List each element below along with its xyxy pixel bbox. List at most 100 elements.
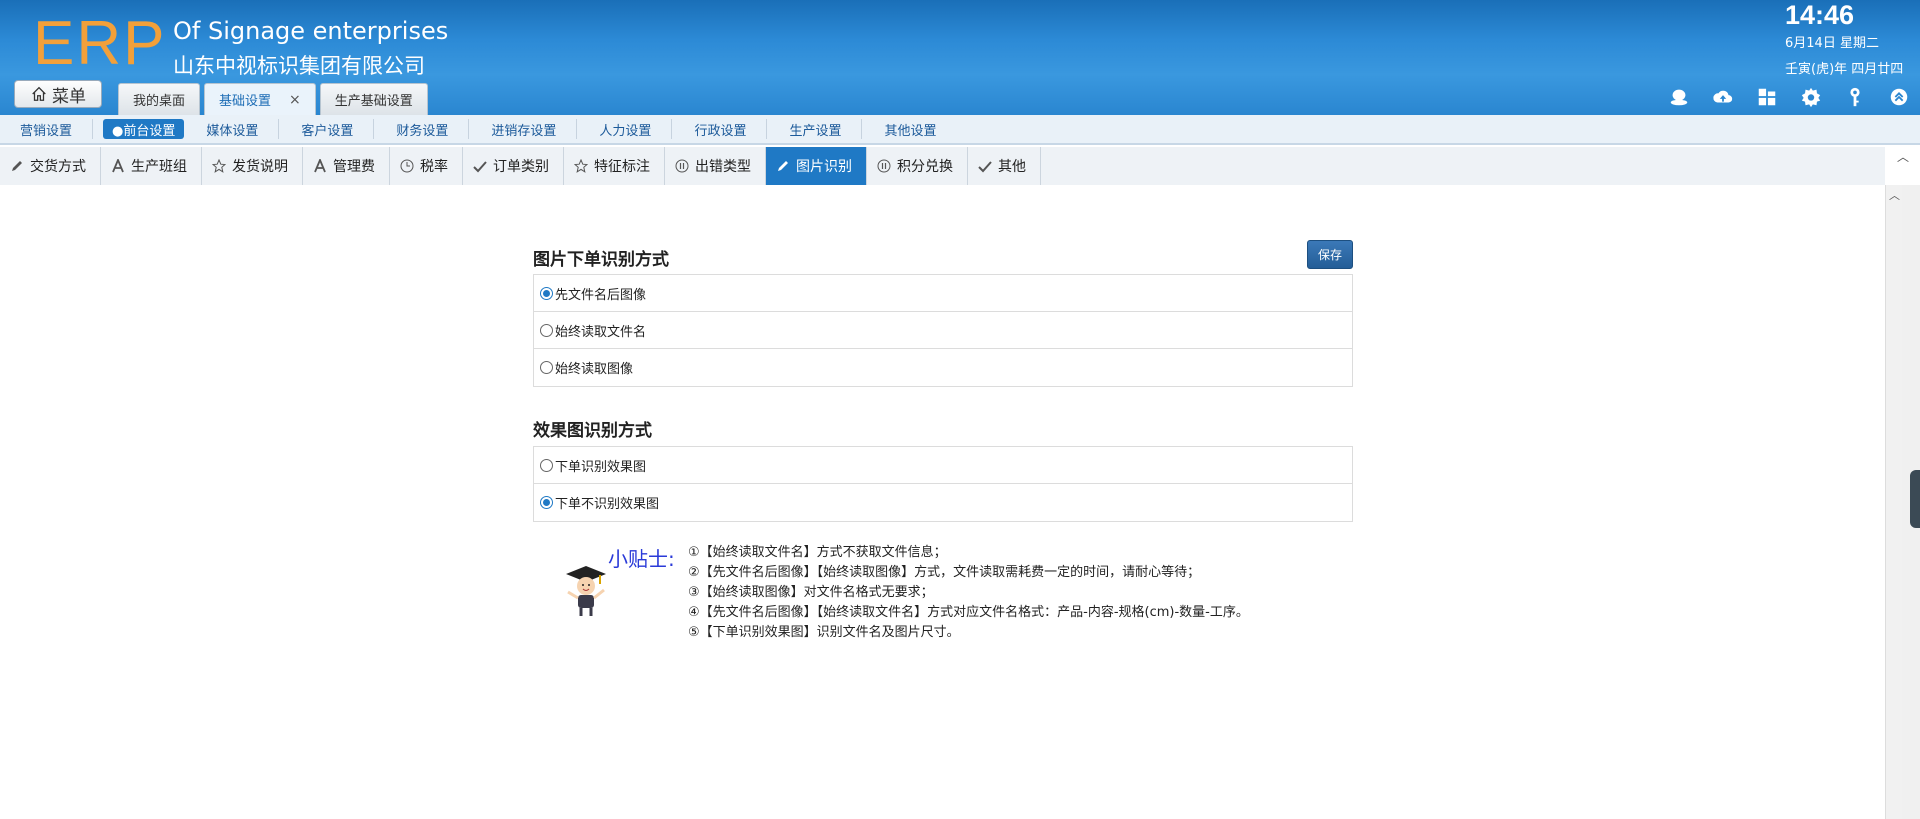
company-name-en: Of Signage enterprises xyxy=(173,17,449,45)
erp-logo: ERP xyxy=(33,9,167,78)
star-icon xyxy=(212,159,226,173)
subtab-error-type[interactable]: 出错类型 xyxy=(665,147,766,185)
clock-icon xyxy=(400,159,414,173)
subtab-management-fee[interactable]: 管理费 xyxy=(303,147,390,185)
option-label: 下单识别效果图 xyxy=(555,459,647,475)
user-icon[interactable] xyxy=(1668,86,1690,108)
subtab-label: 税率 xyxy=(420,159,448,175)
option-always-image[interactable]: 始终读取图像 xyxy=(534,349,1352,386)
option-always-filename[interactable]: 始终读取文件名 xyxy=(534,312,1352,349)
window-tabs: 我的桌面 基础设置 × 生产基础设置 xyxy=(118,83,428,115)
option-label: 下单不识别效果图 xyxy=(555,497,660,512)
pencil-icon xyxy=(12,161,22,171)
subtab-production-team[interactable]: 生产班组 xyxy=(101,147,202,185)
subtab-delivery-method[interactable]: 交货方式 xyxy=(0,147,101,185)
apps-icon[interactable] xyxy=(1756,86,1778,108)
font-a-icon xyxy=(112,159,124,173)
subtab-order-category[interactable]: 订单类别 xyxy=(463,147,564,185)
option-filename-then-image[interactable]: 先文件名后图像 xyxy=(534,275,1352,312)
category-marketing[interactable]: 营销设置 xyxy=(8,119,94,139)
font-a-icon xyxy=(314,159,326,173)
category-media[interactable]: 媒体设置 xyxy=(194,119,280,139)
image-order-options: 先文件名后图像 始终读取文件名 始终读取图像 xyxy=(533,274,1353,387)
section-title-effect-image: 效果图识别方式 xyxy=(533,421,652,441)
pause-circle-icon xyxy=(877,159,891,173)
category-front-desk[interactable]: ●前台设置 xyxy=(103,119,185,139)
settings-category-bar: 营销设置 ●前台设置 媒体设置 客户设置 财务设置 进销存设置 人力设置 行政设… xyxy=(0,115,1920,145)
home-icon xyxy=(32,86,46,101)
check-icon xyxy=(473,161,487,173)
scroll-up-icon[interactable]: ︿ xyxy=(1889,187,1900,203)
subtab-points-exchange[interactable]: 积分兑换 xyxy=(867,147,968,185)
side-panel-handle[interactable] xyxy=(1910,470,1920,528)
cloud-upload-icon[interactable] xyxy=(1712,86,1734,108)
subtab-label: 订单类别 xyxy=(493,159,549,175)
gear-icon[interactable] xyxy=(1800,86,1822,108)
clock-time: 14:46 xyxy=(1785,0,1855,30)
tab-production-settings[interactable]: 生产基础设置 xyxy=(319,83,428,115)
category-customer[interactable]: 客户设置 xyxy=(289,119,375,139)
subtab-label: 出错类型 xyxy=(695,159,751,175)
star-icon xyxy=(574,159,588,173)
collapse-up-icon[interactable] xyxy=(1888,86,1910,108)
option-not-recognize-effect[interactable]: 下单不识别效果图 xyxy=(534,484,1352,521)
radio-filename-then-image[interactable] xyxy=(540,286,553,300)
clock-lunar-date: 壬寅(虎)年 四月廿四 xyxy=(1785,62,1904,77)
app-header: ERP Of Signage enterprises 山东中视标识集团有限公司 … xyxy=(0,0,1920,115)
menu-button[interactable]: 菜单 xyxy=(14,80,102,108)
clock-date: 6月14日 星期二 xyxy=(1785,36,1879,51)
category-hr[interactable]: 人力设置 xyxy=(587,119,673,139)
subtab-tax-rate[interactable]: 税率 xyxy=(390,147,463,185)
category-admin[interactable]: 行政设置 xyxy=(682,119,768,139)
option-recognize-effect[interactable]: 下单识别效果图 xyxy=(534,447,1352,484)
scrollbar-track[interactable] xyxy=(1885,185,1902,819)
check-icon xyxy=(978,161,992,173)
effect-image-options: 下单识别效果图 下单不识别效果图 xyxy=(533,446,1353,522)
tip-item: ①【始终读取文件名】方式不获取文件信息； xyxy=(688,545,947,560)
pause-circle-icon xyxy=(675,159,689,173)
tab-label: 生产基础设置 xyxy=(334,94,413,109)
tips-list: ①【始终读取文件名】方式不获取文件信息； ②【先文件名后图像】【始终读取图像】方… xyxy=(688,543,1249,643)
menu-button-label: 菜单 xyxy=(52,86,86,107)
subtab-label: 图片识别 xyxy=(796,159,852,175)
tip-item: ⑤【下单识别效果图】识别文件名及图片尺寸。 xyxy=(688,625,960,640)
tip-item: ②【先文件名后图像】【始终读取图像】方式，文件读取需耗费一定的时间，请耐心等待； xyxy=(688,565,1201,580)
tip-item: ④【先文件名后图像】【始终读取文件名】方式对应文件名格式：产品-内容-规格(cm… xyxy=(688,605,1249,620)
save-button[interactable]: 保存 xyxy=(1307,240,1353,269)
subtab-image-recognition[interactable]: 图片识别 xyxy=(766,147,867,185)
section-title-image-order: 图片下单识别方式 xyxy=(533,250,669,270)
header-toolbar xyxy=(1668,86,1910,108)
radio-always-image[interactable] xyxy=(540,361,553,374)
category-inventory[interactable]: 进销存设置 xyxy=(479,119,578,139)
company-name-cn: 山东中视标识集团有限公司 xyxy=(173,54,425,78)
tabs-scroll-up-icon[interactable]: ︿ xyxy=(1897,148,1911,164)
option-label: 始终读取图像 xyxy=(555,362,634,377)
settings-subtab-bar: 交货方式 生产班组 发货说明 管理费 税率 订单类别 特征标注 出错类型 图片识… xyxy=(0,147,1885,185)
subtab-label: 管理费 xyxy=(333,159,375,175)
graduate-mascot-icon xyxy=(566,566,606,616)
category-finance[interactable]: 财务设置 xyxy=(384,119,470,139)
radio-recognize-effect[interactable] xyxy=(540,458,553,472)
subtab-feature-annotation[interactable]: 特征标注 xyxy=(564,147,665,185)
category-production[interactable]: 生产设置 xyxy=(777,119,863,139)
radio-always-filename[interactable] xyxy=(540,323,553,337)
key-icon[interactable] xyxy=(1844,86,1866,108)
option-label: 始终读取文件名 xyxy=(555,324,647,340)
radio-not-recognize-effect[interactable] xyxy=(540,496,553,509)
subtab-label: 交货方式 xyxy=(30,159,86,175)
subtab-label: 生产班组 xyxy=(131,159,187,175)
tab-label: 我的桌面 xyxy=(133,94,186,109)
subtab-other[interactable]: 其他 xyxy=(968,147,1041,185)
tab-label: 基础设置 xyxy=(219,94,272,109)
tips-title: 小贴士: xyxy=(608,547,675,571)
subtab-label: 发货说明 xyxy=(232,159,288,175)
tip-item: ③【始终读取图像】对文件名格式无要求； xyxy=(688,585,934,600)
tab-basic-settings[interactable]: 基础设置 × xyxy=(204,83,316,115)
close-icon[interactable]: × xyxy=(289,92,301,108)
tab-my-desktop[interactable]: 我的桌面 xyxy=(118,83,201,115)
subtab-shipping-note[interactable]: 发货说明 xyxy=(202,147,303,185)
category-other[interactable]: 其他设置 xyxy=(872,119,956,139)
option-label: 先文件名后图像 xyxy=(555,287,647,303)
subtab-label: 其他 xyxy=(998,159,1026,175)
subtab-label: 积分兑换 xyxy=(897,159,953,175)
